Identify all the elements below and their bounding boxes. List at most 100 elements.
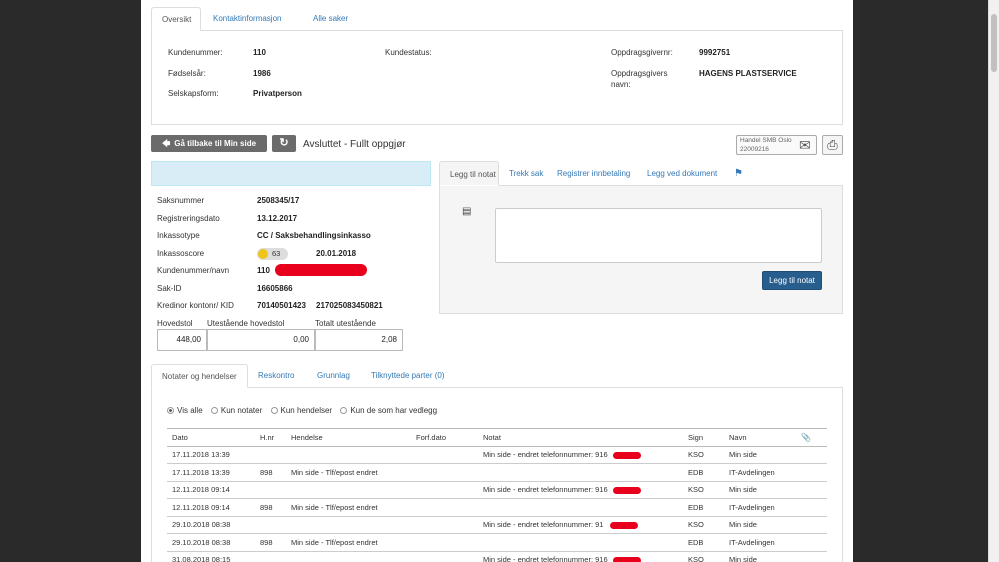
cell-hendelse: Min side - Tlf/epost endret: [286, 533, 411, 552]
events-body: 17.11.2018 13:39 Min side - endret telefo…: [167, 446, 827, 562]
inkassoscore-date: 20.01.2018: [316, 249, 357, 258]
cell-sign: EDB: [683, 533, 724, 552]
cell-forf: [411, 533, 478, 552]
col-notat[interactable]: Notat: [478, 428, 683, 447]
cell-navn: Min side: [724, 446, 796, 464]
cell-notat: [478, 463, 683, 482]
redacted-phone: [613, 451, 642, 459]
customer-tabs: Oversikt Kontaktinformasjon Alle saker: [151, 7, 843, 31]
filter-kun-notater-label: Kun notater: [220, 406, 263, 415]
tab-reskontro[interactable]: Reskontro: [248, 364, 304, 388]
note-textarea[interactable]: [495, 208, 822, 263]
inkassotype-value: CC / Saksbehandlingsinkasso: [257, 231, 371, 240]
tab-alle-saker[interactable]: Alle saker: [303, 7, 358, 31]
cell-navn: IT-Avdelingen: [724, 533, 796, 552]
cell-forf: [411, 498, 478, 517]
kundenummer-label: Kundenummer:: [168, 48, 223, 57]
cell-sign: KSO: [683, 516, 724, 534]
col-forf-dato[interactable]: Forf.dato: [411, 428, 478, 447]
cell-notat: [478, 533, 683, 552]
col-hnr[interactable]: H.nr: [255, 428, 286, 447]
filter-kun-hendelser[interactable]: Kun hendelser: [270, 406, 332, 415]
cell-attachment: [796, 481, 827, 499]
filter-kun-vedlegg[interactable]: Kun de som har vedlegg: [340, 406, 437, 415]
sak-id-value: 16605866: [257, 284, 293, 293]
table-row[interactable]: 29.10.2018 08:38 898 Min side - Tlf/epost …: [167, 533, 827, 552]
fodselsar-value: 1986: [253, 69, 271, 78]
refresh-icon: ↻: [279, 137, 289, 149]
filter-kun-notater[interactable]: Kun notater: [210, 406, 263, 415]
flag-icon[interactable]: ⚑: [724, 161, 753, 186]
redacted-phone: [609, 521, 638, 529]
table-row[interactable]: 12.11.2018 09:14 Min side - endret telefo…: [167, 481, 827, 499]
table-row[interactable]: 29.10.2018 08:38 Min side - endret telefo…: [167, 516, 827, 534]
cell-sign: KSO: [683, 446, 724, 464]
oppdragsgivers-navn-label-2: navn:: [611, 80, 631, 89]
saksnummer-label: Saksnummer: [157, 196, 205, 205]
tab-registrer-innbetaling[interactable]: Registrer innbetaling: [547, 161, 640, 186]
tab-legg-til-notat[interactable]: Legg til notat: [439, 161, 499, 186]
cell-dato: 29.10.2018 08:38: [167, 533, 255, 552]
inkassoscore-label: Inkassoscore: [157, 249, 205, 258]
hovedstol-field: 448,00: [157, 329, 207, 351]
window-scrollbar[interactable]: [988, 0, 999, 562]
sak-id-label: Sak-ID: [157, 284, 182, 293]
cell-hnr: [255, 481, 286, 499]
fodselsar-label: Fødselsår:: [168, 69, 206, 78]
kreditor-konto-value: 70140501423: [257, 301, 306, 310]
tab-oversikt[interactable]: Oversikt: [151, 7, 201, 31]
col-navn[interactable]: Navn: [724, 428, 796, 447]
cell-notat: [478, 498, 683, 517]
cell-hendelse: [286, 481, 411, 499]
filter-vis-alle[interactable]: Vis alle: [167, 406, 203, 415]
tab-grunnlag[interactable]: Grunnlag: [307, 364, 360, 388]
note-panel: ▤ Legg til notat: [439, 186, 843, 314]
cell-sign: EDB: [683, 498, 724, 517]
oppdragsgivernr-value: 9992751: [699, 48, 731, 57]
table-row[interactable]: 17.11.2018 13:39 898 Min side - Tlf/epost …: [167, 463, 827, 482]
cell-notat: Min side - endret telefonnummer: 91: [478, 516, 683, 534]
table-row[interactable]: 31.08.2018 08:15 Min side - endret telefo…: [167, 551, 827, 562]
mail-line-1: Handel SMB Oslo: [740, 137, 792, 144]
col-sign[interactable]: Sign: [683, 428, 724, 447]
history-tabs: Notater og hendelser Reskontro Grunnlag …: [151, 364, 843, 388]
scrollbar-thumb[interactable]: [991, 14, 997, 72]
cell-dato: 17.11.2018 13:39: [167, 446, 255, 464]
oppdragsgivers-navn-value: HAGENS PLASTSERVICE: [699, 69, 797, 78]
add-note-button[interactable]: Legg til notat: [762, 271, 822, 290]
oppdragsgivernr-label: Oppdragsgivernr:: [611, 48, 673, 57]
tab-notater-og-hendelser[interactable]: Notater og hendelser: [151, 364, 248, 388]
paperclip-icon: 📎: [796, 428, 827, 447]
cell-notat: Min side - endret telefonnummer: 916: [478, 446, 683, 464]
redacted-phone: [613, 486, 642, 494]
envelope-icon: ✉: [799, 137, 811, 153]
col-dato[interactable]: Dato: [167, 428, 255, 447]
back-button-label: Gå tilbake til Min side: [174, 139, 257, 148]
table-row[interactable]: 17.11.2018 13:39 Min side - endret telefo…: [167, 446, 827, 464]
cell-hnr: [255, 551, 286, 562]
tab-legg-ved-dokument[interactable]: Legg ved dokument: [637, 161, 727, 186]
totalt-label: Totalt utestående: [315, 319, 376, 328]
tab-tilknyttede-parter[interactable]: Tilknyttede parter (0): [361, 364, 455, 388]
kreditor-label: Kredinor kontonr/ KID: [157, 301, 234, 310]
tab-trekk-sak[interactable]: Trekk sak: [499, 161, 553, 186]
table-row[interactable]: 12.11.2018 09:14 898 Min side - Tlf/epost …: [167, 498, 827, 517]
tab-kontaktinformasjon[interactable]: Kontaktinformasjon: [203, 7, 291, 31]
cell-dato: 12.11.2018 09:14: [167, 481, 255, 499]
events-header-row: Dato H.nr Hendelse Forf.dato Notat Sign …: [167, 428, 827, 447]
overview-panel: Kundenummer: 110 Fødselsår: 1986 Selskap…: [151, 31, 843, 125]
inkassotype-label: Inkassotype: [157, 231, 200, 240]
mail-creditor-button[interactable]: Handel SMB Oslo 22009216 ✉: [736, 135, 817, 155]
cell-attachment: [796, 516, 827, 534]
cell-forf: [411, 463, 478, 482]
cell-forf: [411, 516, 478, 534]
inkassoscore-value: 63: [272, 249, 281, 258]
cell-hnr: [255, 446, 286, 464]
refresh-button[interactable]: ↻: [272, 135, 296, 152]
events-table: Dato H.nr Hendelse Forf.dato Notat Sign …: [167, 428, 827, 562]
saksnummer-value: 2508345/17: [257, 196, 300, 205]
col-hendelse[interactable]: Hendelse: [286, 428, 411, 447]
back-to-min-side-button[interactable]: 🡄 Gå tilbake til Min side: [151, 135, 267, 152]
print-button[interactable]: ⎙: [822, 135, 843, 155]
cell-hendelse: Min side - Tlf/epost endret: [286, 498, 411, 517]
